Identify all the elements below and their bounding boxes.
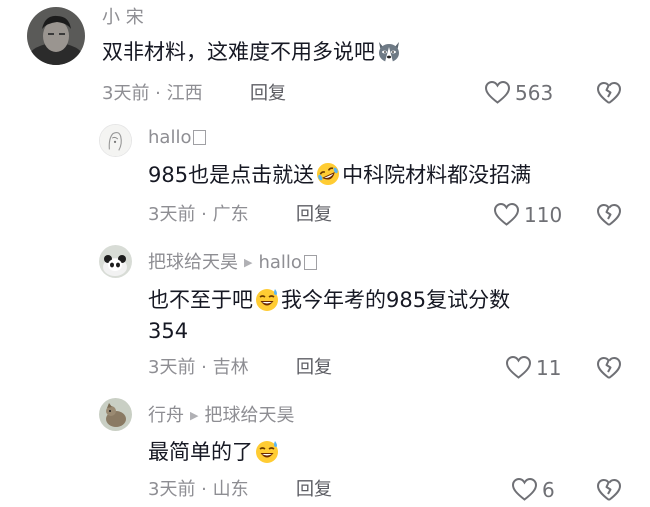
comment-text: 最简单的了 <box>148 437 281 468</box>
reply-arrow-icon: ▶ <box>244 256 253 269</box>
like-count: 563 <box>515 80 554 105</box>
dislike-button[interactable] <box>596 202 622 228</box>
sweat-smile-emoji-icon <box>254 438 280 464</box>
like-count: 110 <box>524 202 563 227</box>
like-button[interactable]: 11 <box>505 355 561 380</box>
reply-to-username[interactable]: 把球给天昊 <box>204 405 294 426</box>
broken-heart-icon <box>597 479 621 501</box>
comment-username: 把球给天昊 ▶ hallo <box>148 252 317 274</box>
like-count: 6 <box>542 477 555 502</box>
comment-text-part: 中科院材料都没招满 <box>342 163 532 187</box>
comment-meta: 3天前 · 江西 <box>102 83 203 104</box>
comment-text-part: 354 <box>148 319 189 343</box>
username-text: hallo <box>148 127 192 148</box>
avatar[interactable] <box>27 7 85 65</box>
dislike-button[interactable] <box>596 80 622 106</box>
broken-heart-icon <box>597 82 621 104</box>
dislike-button[interactable] <box>596 477 622 503</box>
sweat-smile-emoji-icon <box>254 286 280 312</box>
comment-username[interactable]: hallo <box>148 127 207 149</box>
broken-heart-icon <box>597 204 621 226</box>
comment-meta: 3天前 · 吉林 <box>148 357 249 378</box>
husky-emoji-icon <box>376 38 402 64</box>
comment-username: 行舟 ▶ 把球给天昊 <box>148 405 294 427</box>
like-button[interactable]: 110 <box>493 202 562 227</box>
broken-heart-icon <box>597 357 621 379</box>
comment-text: 也不至于吧 我今年考的985复试分数 354 <box>148 285 510 347</box>
heart-icon <box>511 477 538 501</box>
rofl-emoji-icon <box>315 161 341 187</box>
avatar[interactable] <box>99 398 132 431</box>
like-button[interactable]: 6 <box>511 477 555 502</box>
comment-meta: 3天前 · 广东 <box>148 204 249 225</box>
reply-arrow-icon: ▶ <box>190 409 199 422</box>
heart-icon <box>493 202 520 226</box>
username-text[interactable]: 把球给天昊 <box>148 252 238 273</box>
username-text[interactable]: 行舟 <box>148 405 184 426</box>
comment-text: 985也是点击就送 中科院材料都没招满 <box>148 160 531 191</box>
like-button[interactable]: 563 <box>484 80 553 105</box>
reply-to-username[interactable]: hallo <box>258 252 301 273</box>
comment-text-part: 最简单的了 <box>148 440 253 464</box>
comment-meta: 3天前 · 山东 <box>148 479 249 500</box>
comment-text-body: 双非材料，这难度不用多说吧 <box>102 40 375 64</box>
dislike-button[interactable] <box>596 355 622 381</box>
comment-text: 双非材料，这难度不用多说吧 <box>102 37 403 68</box>
comment-item: 小 宋 双非材料，这难度不用多说吧 3天前 · 江西 回复 563 <box>0 0 650 110</box>
reply-button[interactable]: 回复 <box>250 83 286 105</box>
comment-text-part: 也不至于吧 <box>148 288 253 312</box>
unknown-glyph-icon <box>303 255 317 270</box>
heart-icon <box>505 355 532 379</box>
comment-item: 把球给天昊 ▶ hallo 也不至于吧 我今年考的985复试分数 354 3天前 ·… <box>0 245 650 395</box>
reply-button[interactable]: 回复 <box>296 204 332 226</box>
reply-button[interactable]: 回复 <box>296 479 332 501</box>
like-count: 11 <box>536 355 562 380</box>
comment-text-part: 985也是点击就送 <box>148 163 315 187</box>
avatar[interactable] <box>99 245 132 278</box>
comment-item: hallo 985也是点击就送 中科院材料都没招满 3天前 · 广东 回复 11… <box>0 120 650 230</box>
comment-username[interactable]: 小 宋 <box>102 7 144 29</box>
comment-text-part: 我今年考的985复试分数 <box>281 288 511 312</box>
avatar[interactable] <box>99 124 132 157</box>
heart-icon <box>484 80 511 104</box>
reply-button[interactable]: 回复 <box>296 357 332 379</box>
comment-item: 行舟 ▶ 把球给天昊 最简单的了 3天前 · 山东 回复 6 <box>0 398 650 503</box>
unknown-glyph-icon <box>193 130 207 145</box>
